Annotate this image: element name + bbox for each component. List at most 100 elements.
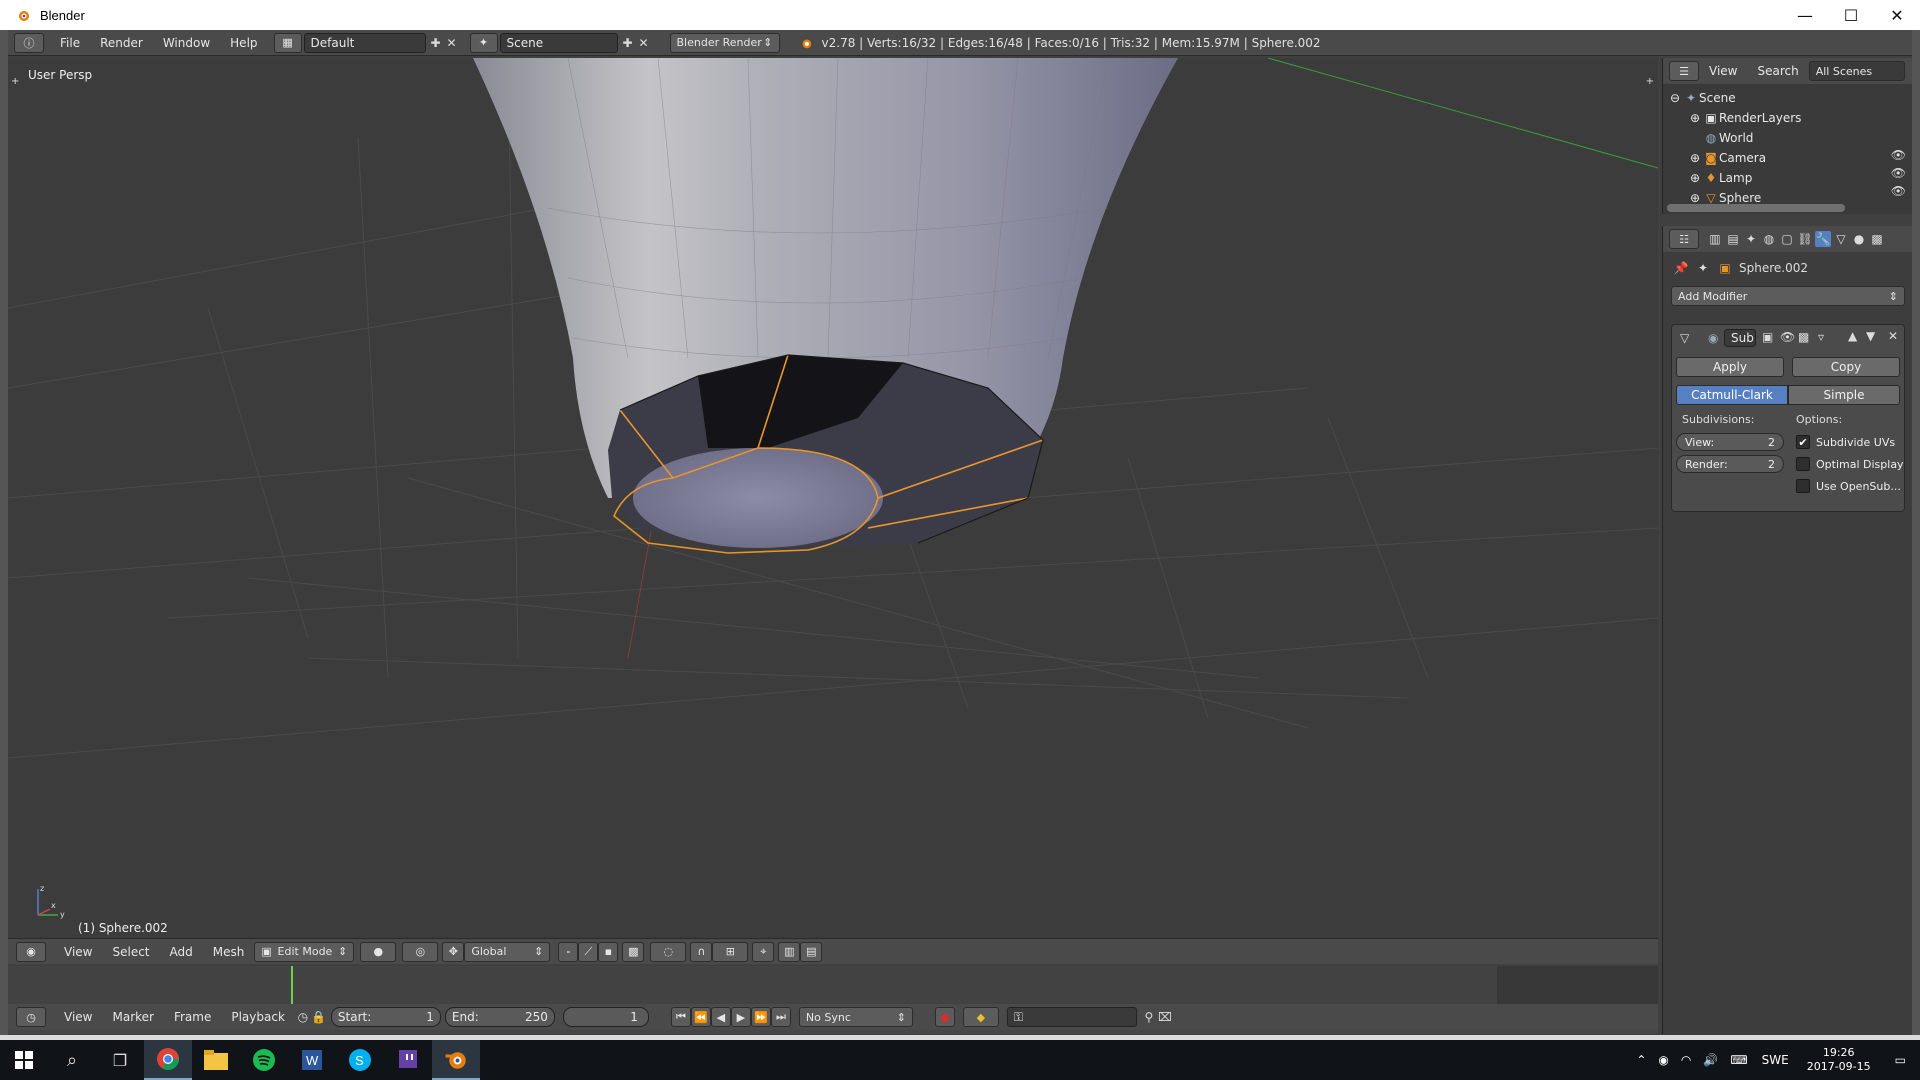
visibility-eye-icon[interactable]: 👁 <box>1891 184 1906 198</box>
start-frame-field[interactable]: Start: 1 <box>330 1007 441 1027</box>
keying-set-dropdown[interactable]: ◆ <box>962 1007 999 1027</box>
taskbar-chrome[interactable] <box>144 1040 192 1080</box>
start-button[interactable] <box>0 1040 48 1080</box>
snap-toggle[interactable]: ∩ <box>690 941 713 962</box>
expand-icon[interactable]: ⊕ <box>1687 110 1703 126</box>
outliner-row-renderlayers[interactable]: ⊕ ▣ RenderLayers <box>1687 108 1801 128</box>
viewport-canvas[interactable] <box>8 58 1658 938</box>
remove-layout-icon[interactable]: ✕ <box>444 35 460 51</box>
clock[interactable]: 19:26 2017-09-15 <box>1807 1046 1871 1074</box>
mode-dropdown[interactable]: ▣ Edit Mode ⇕ <box>254 941 355 962</box>
vertex-select-button[interactable]: ⬞ <box>558 941 579 962</box>
copy-button[interactable]: Copy <box>1792 357 1900 377</box>
taskbar-word[interactable]: W <box>288 1040 336 1080</box>
outliner-menu-view[interactable]: View <box>1699 64 1747 78</box>
3d-viewport[interactable]: User Persp z y x (1) Sphere.002 + + <box>8 58 1658 938</box>
collapse-icon[interactable]: ⊖ <box>1667 90 1683 106</box>
add-layout-icon[interactable]: ✚ <box>428 35 444 51</box>
outliner-display-mode[interactable]: All Scenes <box>1808 61 1905 81</box>
modifier-name-field[interactable]: Sub <box>1724 329 1756 347</box>
transform-orientation-dropdown[interactable]: Global ⇕ <box>464 941 551 962</box>
volume-icon[interactable]: 🔊 <box>1703 1053 1718 1067</box>
proportional-editing-dropdown[interactable]: ◌ <box>650 941 687 962</box>
close-button[interactable]: ✕ <box>1874 0 1920 30</box>
visibility-eye-icon[interactable]: 👁 <box>1891 166 1906 180</box>
move-down-icon[interactable]: ▼ <box>1866 329 1875 343</box>
jump-end-button[interactable]: ⏭ <box>770 1007 791 1027</box>
jump-keyframe-forward-button[interactable]: ⏩ <box>750 1007 771 1027</box>
outliner-row-lamp[interactable]: ⊕ ♦ Lamp <box>1687 168 1752 188</box>
delete-keyframe-icon[interactable]: ⌧ <box>1157 1009 1173 1025</box>
scene-icon-button[interactable]: ✦ <box>469 32 498 53</box>
taskbar-blender[interactable] <box>432 1040 480 1080</box>
expand-icon[interactable]: ⊕ <box>1687 150 1703 166</box>
outliner-menu-search[interactable]: Search <box>1747 64 1808 78</box>
scene-tab-icon[interactable]: ✦ <box>1743 231 1759 247</box>
render-tab-icon[interactable]: ▥ <box>1707 231 1723 247</box>
editmode-toggle-icon[interactable]: ▩ <box>1798 330 1809 344</box>
remove-scene-icon[interactable]: ✕ <box>636 35 652 51</box>
pivot-point-dropdown[interactable]: ◎ <box>402 941 439 962</box>
optimal-display-checkbox[interactable] <box>1796 457 1810 471</box>
material-tab-icon[interactable]: ● <box>1851 231 1867 247</box>
wifi-icon[interactable]: ◠ <box>1681 1053 1691 1067</box>
opengl-render-button[interactable]: ▥ <box>778 941 801 962</box>
jump-keyframe-back-button[interactable]: ⏪ <box>690 1007 711 1027</box>
properties-region-toggle-icon[interactable]: + <box>1646 76 1654 87</box>
menu-frame[interactable]: Frame <box>164 1010 221 1024</box>
snap-target-button[interactable]: ⌖ <box>752 941 775 962</box>
add-modifier-dropdown[interactable]: Add Modifier ⇕ <box>1671 286 1905 306</box>
outliner-scrollbar[interactable] <box>1667 204 1845 212</box>
outliner-editor-type-button[interactable]: ☰ <box>1669 61 1699 81</box>
viewport-shading-dropdown[interactable]: ● <box>360 941 397 962</box>
face-select-button[interactable]: ▪ <box>598 941 619 962</box>
viewport-eye-icon[interactable]: 👁 <box>1780 330 1795 344</box>
opengl-anim-button[interactable]: ▤ <box>800 941 823 962</box>
timeline-editor-type-button[interactable]: ◷ <box>16 1007 46 1027</box>
catmull-clark-button[interactable]: Catmull-Clark <box>1676 385 1788 405</box>
outliner[interactable]: ☰ View Search All Scenes ⊖ ✦ Scene ⊕ ▣ R… <box>1662 58 1912 214</box>
info-editor-type-button[interactable]: ⓘ <box>14 32 44 53</box>
manipulator-toggle[interactable]: ✥ <box>442 941 465 962</box>
add-scene-icon[interactable]: ✚ <box>620 35 636 51</box>
bottom-cap-face[interactable] <box>633 448 883 548</box>
input-language[interactable]: SWE <box>1762 1053 1789 1067</box>
texture-tab-icon[interactable]: ▩ <box>1869 231 1885 247</box>
taskbar-file-explorer[interactable] <box>192 1040 240 1080</box>
menu-help[interactable]: Help <box>220 36 267 50</box>
task-view-button[interactable]: ❐ <box>96 1040 144 1080</box>
action-center-icon[interactable]: ▭ <box>1895 1053 1906 1067</box>
minimize-button[interactable]: — <box>1782 0 1828 30</box>
taskbar-spotify[interactable] <box>240 1040 288 1080</box>
viewport-editor-type-button[interactable]: ◉ <box>16 941 46 962</box>
tray-overflow-icon[interactable]: ⌃ <box>1636 1053 1646 1067</box>
limit-selection-button[interactable]: ▩ <box>622 941 645 962</box>
taskbar-twitch[interactable] <box>384 1040 432 1080</box>
menu-timeline-view[interactable]: View <box>54 1010 102 1024</box>
play-reverse-button[interactable]: ◀ <box>710 1007 731 1027</box>
remove-modifier-icon[interactable]: ✕ <box>1888 329 1898 343</box>
current-frame-field[interactable]: 1 <box>562 1007 649 1027</box>
object-tab-icon[interactable]: ▢ <box>1779 231 1795 247</box>
network-app-icon[interactable]: ◉ <box>1658 1053 1668 1067</box>
render-layers-tab-icon[interactable]: ▤ <box>1725 231 1741 247</box>
screen-layout-field[interactable]: Default <box>303 32 426 53</box>
pin-icon[interactable]: 📌 <box>1673 260 1689 276</box>
taskbar-skype[interactable]: S <box>336 1040 384 1080</box>
sync-mode-dropdown[interactable]: No Sync ⇕ <box>798 1007 913 1027</box>
menu-render[interactable]: Render <box>90 36 153 50</box>
active-keying-set-field[interactable]: ⚿ <box>1006 1007 1137 1027</box>
move-up-icon[interactable]: ▲ <box>1848 329 1857 343</box>
render-levels-field[interactable]: Render: 2 <box>1676 455 1784 473</box>
menu-add[interactable]: Add <box>160 945 203 959</box>
outliner-row-world[interactable]: ◍ World <box>1703 128 1754 148</box>
expand-icon[interactable]: ⊕ <box>1687 170 1703 186</box>
menu-playback[interactable]: Playback <box>221 1010 295 1024</box>
cage-toggle-icon[interactable]: ▿ <box>1818 330 1824 344</box>
menu-marker[interactable]: Marker <box>102 1010 163 1024</box>
record-button[interactable]: ● <box>934 1007 955 1027</box>
scene-field[interactable]: Scene <box>499 32 618 53</box>
maximize-button[interactable]: ☐ <box>1828 0 1874 30</box>
visibility-eye-icon[interactable]: 👁 <box>1891 148 1906 162</box>
modifiers-tab-icon[interactable]: 🔧 <box>1815 231 1831 247</box>
